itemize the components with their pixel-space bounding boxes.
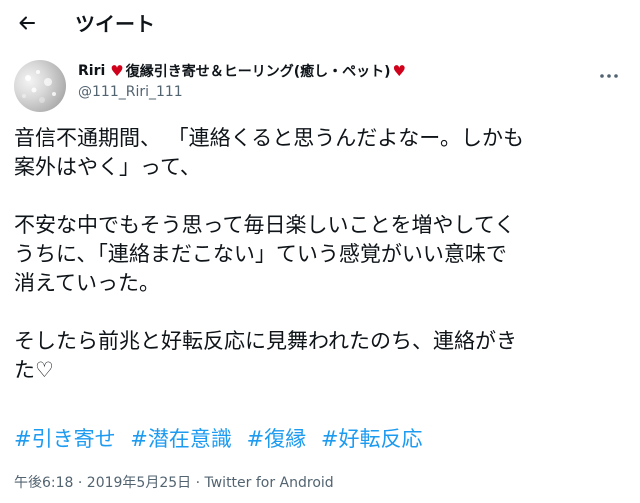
page-title: ツイート (75, 12, 155, 36)
tweet-text: 音信不通期間、 「連絡くると思うんだよなー。しかも 案外はやく」って、 不安な中… (14, 124, 614, 385)
tweet-line (14, 298, 614, 327)
arrow-left-icon (17, 13, 37, 37)
heart-icon: ♥ (110, 62, 124, 80)
back-button[interactable] (10, 8, 44, 42)
tweet-line: た♡ (14, 358, 54, 382)
tweet-timestamp[interactable]: 午後6:18 · 2019年5月25日 · Twitter for Androi… (14, 472, 334, 492)
heart-icon: ♥ (392, 62, 406, 80)
tweet-line: 案外はやく」って、 (14, 155, 201, 179)
user-handle[interactable]: @111_Riri_111 (78, 84, 183, 100)
hashtag-link[interactable]: #好転反応 (321, 427, 423, 451)
tweet-line: 音信不通期間、 「連絡くると思うんだよなー。しかも (14, 126, 525, 150)
hashtag-link[interactable]: #引き寄せ (14, 427, 116, 451)
avatar[interactable] (14, 60, 66, 112)
name-prefix: Riri (78, 63, 106, 79)
user-display-name[interactable]: Riri ♥ 復縁引き寄せ＆ヒーリング(癒し・ペット) ♥ (78, 60, 408, 82)
name-middle: 復縁引き寄せ＆ヒーリング(癒し・ペット) (125, 64, 391, 80)
tweet-line (14, 182, 614, 211)
tweet-line: 消えていった。 (14, 271, 160, 295)
more-options-button[interactable] (592, 60, 626, 86)
top-bar: ツイート (0, 0, 640, 50)
tweet-line: 不安な中でもそう思って毎日楽しいことを増やしてく (14, 213, 516, 237)
hashtag-link[interactable]: #潜在意識 (130, 427, 232, 451)
hashtag-link[interactable]: #復縁 (247, 427, 307, 451)
tweet-line: そしたら前兆と好転反応に見舞われたのち、連絡がき (14, 329, 517, 353)
hashtags: #引き寄せ #潜在意識 #復縁 #好転反応 (14, 425, 431, 454)
tweet-line: うちに、「連絡まだこない」ていう感覚がいい意味で (14, 242, 507, 266)
more-dots-icon (599, 64, 619, 83)
